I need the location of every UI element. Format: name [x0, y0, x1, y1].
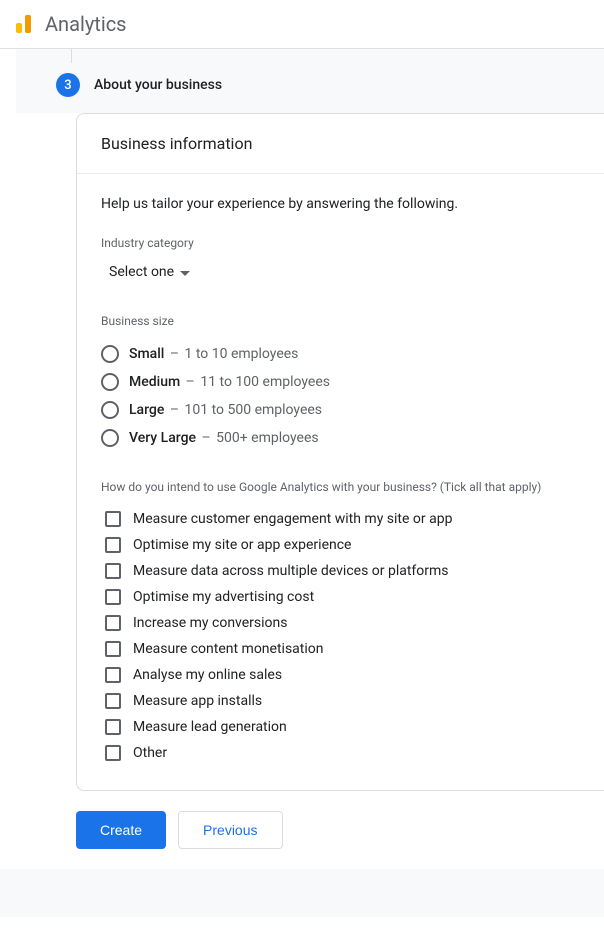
checkbox-label: Optimise my advertising cost: [133, 589, 314, 605]
radio-label: Very Large – 500+ employees: [129, 430, 319, 446]
checkbox-label: Analyse my online sales: [133, 667, 282, 683]
analytics-logo-icon: [16, 15, 31, 33]
radio-icon: [101, 429, 119, 447]
checkbox-conversions[interactable]: Increase my conversions: [101, 610, 580, 636]
checkbox-icon: [105, 563, 121, 579]
checkbox-label: Optimise my site or app experience: [133, 537, 351, 553]
radio-label: Medium – 11 to 100 employees: [129, 374, 330, 390]
checkbox-icon: [105, 745, 121, 761]
checkbox-measure-devices[interactable]: Measure data across multiple devices or …: [101, 558, 580, 584]
checkbox-optimise-ads[interactable]: Optimise my advertising cost: [101, 584, 580, 610]
radio-very-large[interactable]: Very Large – 500+ employees: [101, 424, 580, 452]
intro-text: Help us tailor your experience by answer…: [101, 196, 580, 212]
checkbox-label: Measure lead generation: [133, 719, 287, 735]
step-number-badge: 3: [56, 73, 80, 97]
step-label: About your business: [94, 77, 222, 93]
checkbox-icon: [105, 667, 121, 683]
checkbox-icon: [105, 693, 121, 709]
card-title: Business information: [101, 134, 580, 153]
radio-label: Small – 1 to 10 employees: [129, 346, 298, 362]
radio-icon: [101, 373, 119, 391]
checkbox-engagement[interactable]: Measure customer engagement with my site…: [101, 506, 580, 532]
industry-dropdown[interactable]: Select one: [101, 258, 198, 286]
checkbox-icon: [105, 719, 121, 735]
business-size-label: Business size: [101, 314, 580, 328]
checkbox-icon: [105, 537, 121, 553]
checkbox-icon: [105, 641, 121, 657]
step-section: 3 About your business: [16, 49, 604, 113]
checkbox-label: Measure content monetisation: [133, 641, 324, 657]
checkbox-label: Increase my conversions: [133, 615, 288, 631]
radio-label: Large – 101 to 500 employees: [129, 402, 322, 418]
radio-large[interactable]: Large – 101 to 500 employees: [101, 396, 580, 424]
industry-label: Industry category: [101, 236, 580, 250]
checkbox-app-installs[interactable]: Measure app installs: [101, 688, 580, 714]
previous-button[interactable]: Previous: [178, 811, 282, 849]
checkbox-optimise-site[interactable]: Optimise my site or app experience: [101, 532, 580, 558]
business-size-group: Small – 1 to 10 employees Medium – 11 to…: [101, 340, 580, 452]
checkbox-icon: [105, 615, 121, 631]
app-title: Analytics: [45, 12, 127, 36]
footer-spacer: [0, 869, 604, 917]
checkbox-lead-gen[interactable]: Measure lead generation: [101, 714, 580, 740]
checkbox-monetisation[interactable]: Measure content monetisation: [101, 636, 580, 662]
action-buttons: Create Previous: [0, 791, 604, 869]
checkbox-label: Measure data across multiple devices or …: [133, 563, 449, 579]
business-info-card: Business information Help us tailor your…: [76, 113, 604, 791]
intent-label: How do you intend to use Google Analytic…: [101, 480, 580, 494]
chevron-down-icon: [180, 264, 190, 280]
app-header: Analytics: [0, 0, 604, 49]
checkbox-label: Measure app installs: [133, 693, 262, 709]
radio-small[interactable]: Small – 1 to 10 employees: [101, 340, 580, 368]
radio-icon: [101, 401, 119, 419]
checkbox-icon: [105, 589, 121, 605]
intent-group: Measure customer engagement with my site…: [101, 506, 580, 766]
radio-icon: [101, 345, 119, 363]
create-button[interactable]: Create: [76, 811, 166, 849]
checkbox-icon: [105, 511, 121, 527]
checkbox-other[interactable]: Other: [101, 740, 580, 766]
checkbox-label: Measure customer engagement with my site…: [133, 511, 452, 527]
radio-medium[interactable]: Medium – 11 to 100 employees: [101, 368, 580, 396]
checkbox-label: Other: [133, 745, 167, 761]
industry-dropdown-value: Select one: [109, 264, 174, 280]
checkbox-sales[interactable]: Analyse my online sales: [101, 662, 580, 688]
